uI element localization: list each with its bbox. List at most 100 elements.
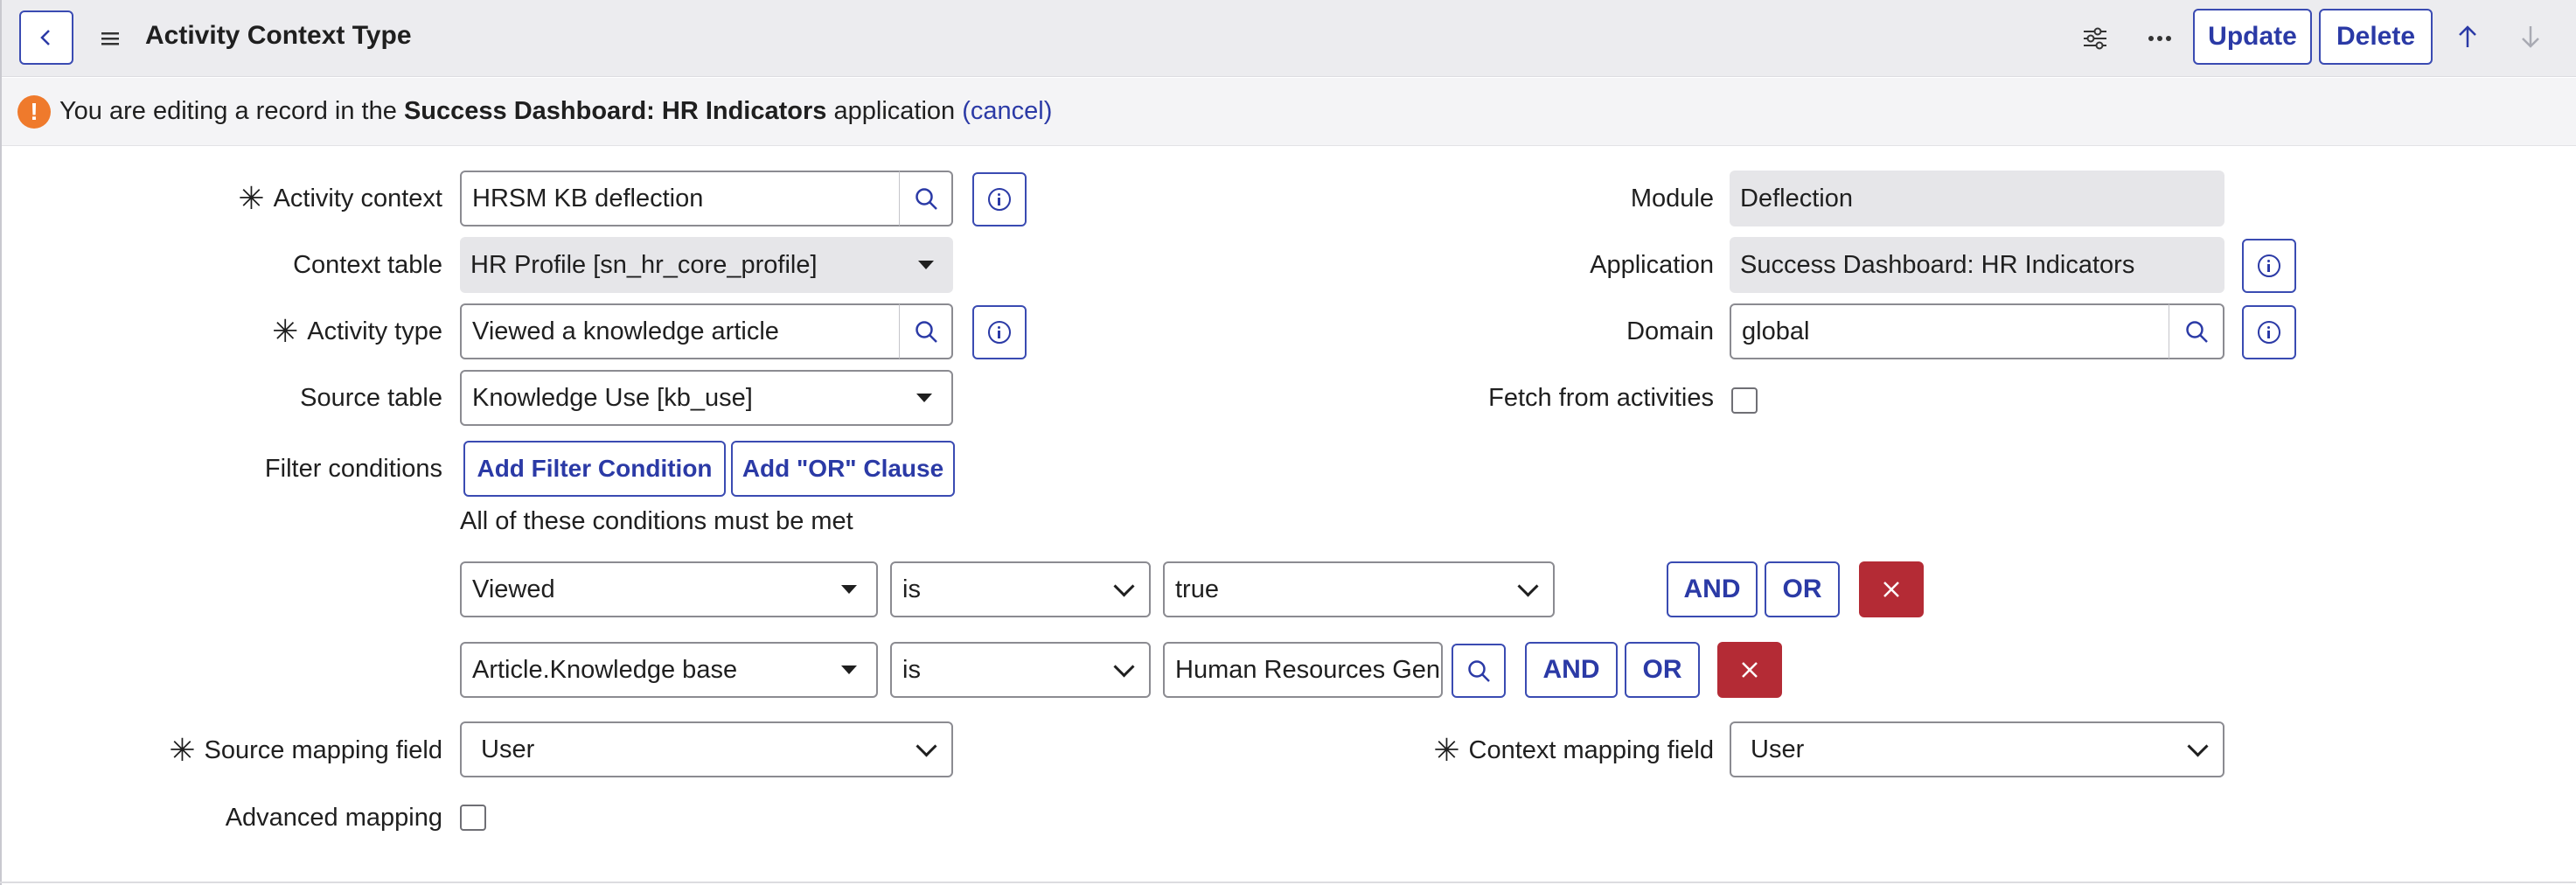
add-filter-condition-button[interactable]: Add Filter Condition [463,441,726,497]
info-icon [988,188,1011,211]
search-icon [1468,660,1490,682]
filter-row-1-operator: is [902,575,921,603]
chevron-down-icon [916,735,937,757]
personalize-button[interactable] [2076,19,2114,58]
back-button[interactable] [19,10,73,65]
edit-scope-banner: ! You are editing a record in the Succes… [0,78,2576,146]
activity-context-input[interactable]: HRSM KB deflection [460,171,901,226]
domain-info-button[interactable] [2242,305,2296,359]
mandatory-icon: ✳ [169,732,196,768]
next-record-button[interactable] [2511,17,2550,56]
more-button[interactable] [2141,19,2179,58]
filter-row-2-operator-select[interactable]: is [890,642,1151,698]
arrow-up-icon [2459,25,2476,47]
activity-context-label: Activity context [273,184,442,213]
context-table-value: HR Profile [sn_hr_core_profile] [470,250,818,279]
filter-row-2-delete-button[interactable] [1717,642,1782,698]
advanced-mapping-label-wrap: Advanced mapping [175,800,442,835]
search-icon [2185,321,2208,343]
back-icon [40,30,50,45]
close-icon [1742,662,1758,678]
context-mapping-field-select[interactable]: User [1730,721,2224,777]
conditions-hint: All of these conditions must be met [460,507,853,535]
cancel-link[interactable]: (cancel) [962,97,1052,125]
filter-row-1-field: Viewed [472,575,555,603]
module-label: Module [1630,184,1714,213]
activity-context-info-button[interactable] [972,172,1027,226]
context-table-label-wrap: Context table [175,247,442,282]
module-label-wrap: Module [1399,181,1714,216]
source-table-select[interactable]: Knowledge Use [kb_use] [460,370,953,426]
close-icon [1883,582,1899,597]
mandatory-icon: ✳ [272,313,299,349]
left-border [0,0,2,885]
caret-down-icon [918,261,934,269]
caret-down-icon [841,585,857,594]
banner-suffix: application [833,97,956,125]
activity-type-info-button[interactable] [972,305,1027,359]
application-field: Success Dashboard: HR Indicators [1730,237,2224,293]
activity-type-label-wrap: ✳ Activity type [175,313,442,349]
filter-row-2-field: Article.Knowledge base [472,655,738,684]
mandatory-icon: ✳ [1433,732,1460,768]
delete-button[interactable]: Delete [2319,9,2433,65]
filter-row-1-operator-select[interactable]: is [890,561,1151,617]
filter-row-1-value-select[interactable]: true [1163,561,1555,617]
banner-text: You are editing a record in the Success … [59,97,1052,126]
update-button[interactable]: Update [2193,9,2312,65]
sliders-icon [2084,27,2106,50]
domain-input[interactable]: global [1730,303,2170,359]
filter-row-1-or-button[interactable]: OR [1765,561,1840,617]
add-or-clause-button[interactable]: Add "OR" Clause [731,441,955,497]
domain-lookup-button[interactable] [2169,303,2224,359]
filter-row-2-field-select[interactable]: Article.Knowledge base [460,642,878,698]
fetch-from-activities-checkbox[interactable] [1731,387,1758,414]
source-table-label: Source table [300,383,442,412]
domain-label: Domain [1626,317,1714,345]
fetch-from-activities-label: Fetch from activities [1488,383,1714,412]
info-icon [2258,254,2280,277]
filter-conditions-label-wrap: Filter conditions [175,451,442,486]
arrow-down-icon [2522,26,2539,48]
activity-type-input[interactable]: Viewed a knowledge article [460,303,901,359]
source-mapping-field-select[interactable]: User [460,721,953,777]
filter-row-2-value-input[interactable]: Human Resources Gene [1163,642,1443,698]
filter-row-2-and-button[interactable]: AND [1525,642,1618,698]
previous-record-button[interactable] [2448,17,2487,56]
advanced-mapping-checkbox[interactable] [460,805,486,831]
context-table-select[interactable]: HR Profile [sn_hr_core_profile] [460,237,953,293]
filter-row-2-or-button[interactable]: OR [1625,642,1700,698]
filter-row-1-value: true [1175,575,1219,603]
more-icon [2148,36,2171,41]
fetch-activities-label-wrap: Fetch from activities [1399,380,1714,415]
activity-context-lookup-button[interactable] [899,171,953,226]
chevron-down-icon [1517,575,1539,597]
filter-conditions-label: Filter conditions [264,454,442,483]
domain-label-wrap: Domain [1399,314,1714,349]
info-icon [2258,321,2280,344]
mandatory-icon: ✳ [238,180,265,216]
filter-row-2-lookup-button[interactable] [1452,644,1506,698]
warning-icon: ! [17,95,51,129]
menu-button[interactable] [94,23,126,54]
source-mapping-field-label: Source mapping field [204,735,442,764]
activity-type-lookup-button[interactable] [899,303,953,359]
context-mapping-field-value: User [1751,735,1805,763]
filter-row-1-field-select[interactable]: Viewed [460,561,878,617]
search-icon [915,321,937,343]
source-table-value: Knowledge Use [kb_use] [472,383,753,412]
caret-down-icon [916,394,932,402]
filter-row-1-delete-button[interactable] [1859,561,1924,617]
menu-icon [101,32,119,45]
chevron-down-icon [2187,735,2209,757]
application-info-button[interactable] [2242,239,2296,293]
form-header: Activity Context Type Update Delete [0,0,2576,77]
bottom-divider [0,882,2576,883]
application-label: Application [1590,250,1714,279]
banner-app-name: Success Dashboard: HR Indicators [403,97,827,125]
activity-type-label: Activity type [307,317,442,345]
page-title: Activity Context Type [145,21,412,50]
chevron-down-icon [1113,575,1135,597]
context-mapping-label-wrap: ✳ Context mapping field [1364,732,1714,768]
filter-row-1-and-button[interactable]: AND [1667,561,1758,617]
